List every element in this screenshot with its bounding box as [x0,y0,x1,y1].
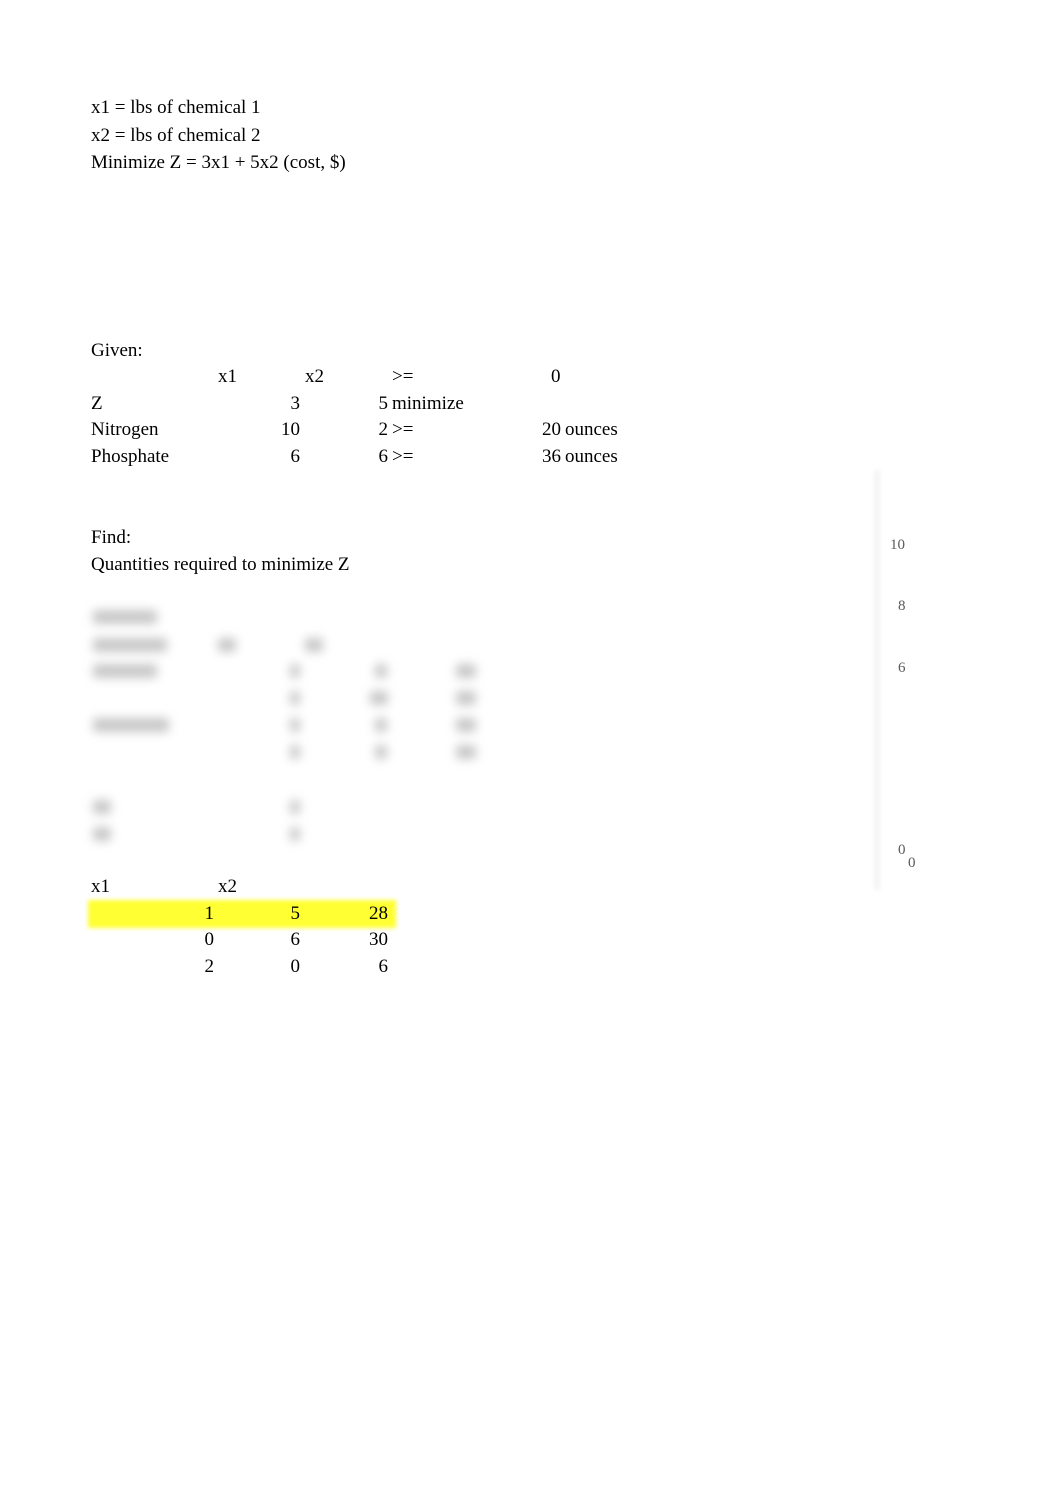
definition-x2: x2 = lbs of chemical 2 [91,125,261,146]
definition-x1: x1 = lbs of chemical 1 [91,97,261,118]
result-x1: 0 [204,929,215,950]
result-x2: 0 [290,956,301,977]
axis-tick-label: 0 [908,855,916,871]
axis-tick-label: 10 [890,537,905,553]
find-text: Quantities required to minimize Z [91,554,350,575]
row-op: >= [392,419,414,440]
row-name: Phosphate [91,446,170,467]
axis-tick-label: 0 [898,842,906,858]
header-x2: x2 [305,366,324,387]
given-label: Given: [91,340,143,361]
result-z: 6 [378,956,389,977]
header-x1: x1 [218,366,237,387]
result-z: 28 [369,903,388,924]
result-x1: 2 [204,956,215,977]
row-unit: ounces [565,419,618,440]
row-x2: 2 [378,419,389,440]
find-label: Find: [91,527,132,548]
axis-tick-label: 6 [898,660,906,676]
result-x2: 5 [290,903,301,924]
axis-tick-label: 8 [898,598,906,614]
result-z: 30 [369,929,388,950]
results-header-x1: x1 [91,876,110,897]
row-x2: 5 [378,393,389,414]
results-header-x2: x2 [218,876,237,897]
row-rhs: 20 [542,419,561,440]
row-x2: 6 [378,446,389,467]
row-x1: 3 [290,393,301,414]
axis-line [874,470,880,890]
header-rhs: 0 [551,366,561,387]
row-name: Z [91,393,103,414]
row-name: Nitrogen [91,419,159,440]
row-x1: 6 [290,446,301,467]
row-op: >= [392,446,414,467]
objective: Minimize Z = 3x1 + 5x2 (cost, $) [91,152,346,173]
row-rhs: 36 [542,446,561,467]
result-x2: 6 [290,929,301,950]
row-x1: 10 [281,419,300,440]
result-x1: 1 [204,903,215,924]
row-op: minimize [392,393,464,414]
header-op: >= [392,366,414,387]
row-unit: ounces [565,446,618,467]
